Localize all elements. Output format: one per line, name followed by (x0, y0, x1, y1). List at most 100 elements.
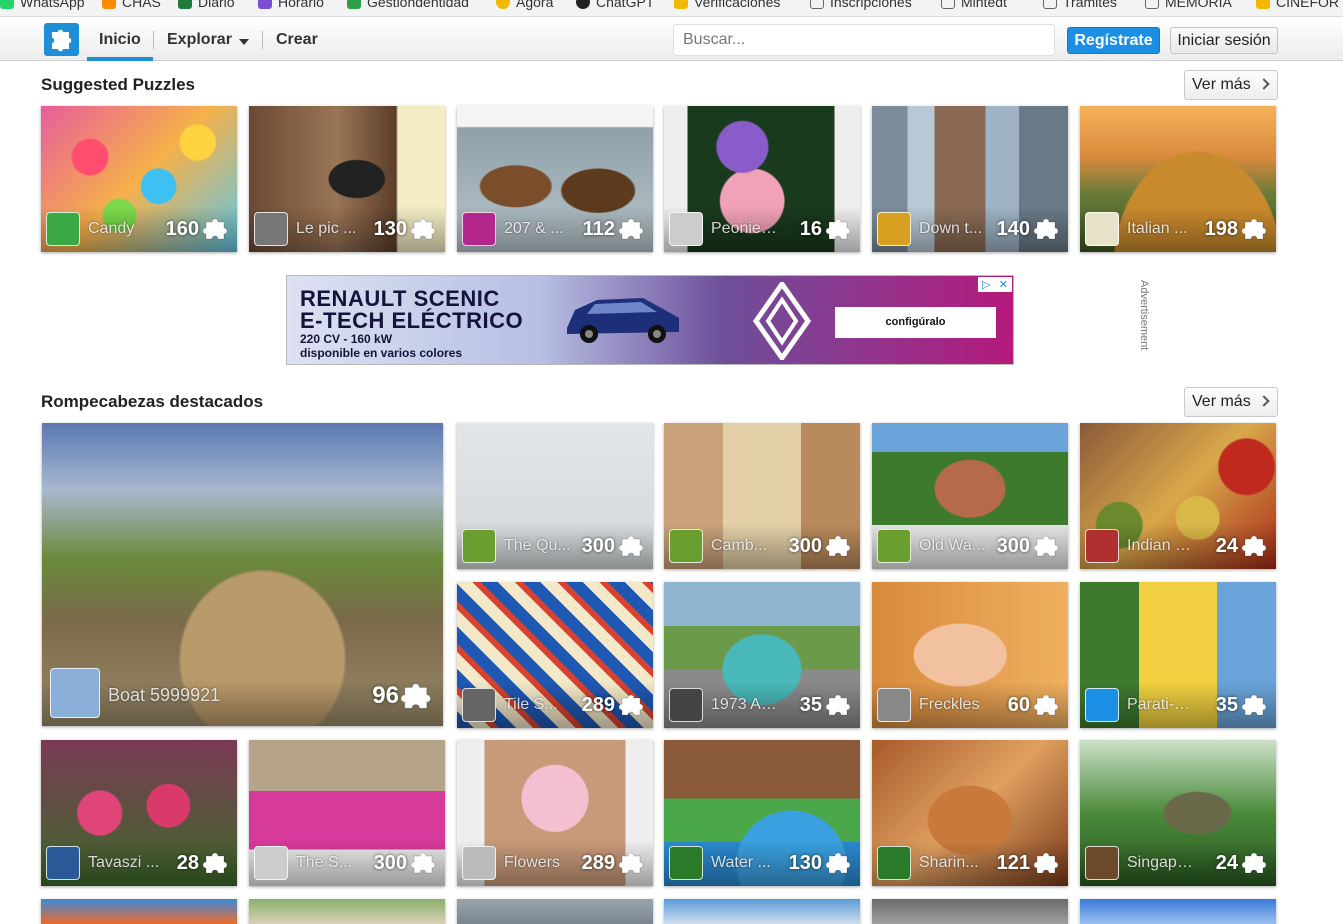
puzzle-card[interactable]: Italian ... 198 (1080, 106, 1276, 252)
puzzle-piece-icon (618, 533, 645, 559)
puzzle-piece-icon (1033, 692, 1060, 718)
puzzle-title: Down t... (919, 220, 983, 237)
bookmark-diario[interactable]: Diario (178, 0, 235, 10)
puzzle-card[interactable]: Indian sp... 24 (1080, 423, 1276, 569)
avatar[interactable] (50, 668, 100, 718)
puzzle-card[interactable]: Candy 160 (41, 106, 237, 252)
avatar[interactable] (669, 846, 703, 880)
avatar[interactable] (462, 529, 496, 563)
piece-count: 300 (373, 852, 407, 874)
chatgpt-icon (576, 0, 590, 9)
avatar[interactable] (877, 529, 911, 563)
search-input[interactable] (673, 24, 1055, 56)
piece-count: 300 (581, 535, 615, 557)
bookmark-chas[interactable]: CHAS (102, 0, 161, 10)
bookmark-whatsapp[interactable]: WhatsApp (0, 0, 85, 10)
avatar[interactable] (1085, 212, 1119, 246)
nav-crear[interactable]: Crear (276, 31, 318, 49)
avatar[interactable] (46, 846, 80, 880)
avatar[interactable] (877, 846, 911, 880)
avatar[interactable] (462, 846, 496, 880)
site-nav: Inicio Explorar Crear Regístrate Iniciar… (0, 17, 1343, 61)
puzzle-piece-icon (825, 692, 852, 718)
bookmark-cinefor[interactable]: CINEFOR (1256, 0, 1339, 10)
avatar[interactable] (254, 846, 288, 880)
bookmark-horario[interactable]: Horario (258, 0, 324, 10)
bookmark-chatgpt[interactable]: ChatGPT (576, 0, 654, 10)
puzzle-card[interactable]: The Qu... 300 (457, 423, 653, 569)
avatar[interactable] (46, 212, 80, 246)
puzzle-card[interactable]: The S... 300 (249, 740, 445, 886)
puzzle-card[interactable]: Water ... 130 (664, 740, 860, 886)
avatar[interactable] (669, 688, 703, 722)
suggested-ver-mas-button[interactable]: Ver más (1184, 70, 1278, 100)
avatar[interactable] (462, 212, 496, 246)
ad-details: 220 CV - 160 kW disponible en varios colo… (300, 332, 463, 360)
puzzle-card[interactable]: Singapor... 24 (1080, 740, 1276, 886)
puzzle-card[interactable] (1080, 899, 1276, 924)
puzzle-card[interactable] (457, 899, 653, 924)
avatar[interactable] (669, 212, 703, 246)
register-button[interactable]: Regístrate (1067, 27, 1160, 54)
featured-ver-mas-button[interactable]: Ver más (1184, 387, 1278, 417)
puzzle-card[interactable]: Freckles 60 (872, 582, 1068, 728)
bookmark-tramites[interactable]: Tramites (1043, 0, 1117, 10)
adchoices-icon[interactable]: ▷ ✕ (978, 277, 1012, 292)
puzzle-card[interactable]: Boat 5999921 96 (42, 423, 443, 726)
avatar[interactable] (1085, 529, 1119, 563)
avatar[interactable] (877, 688, 911, 722)
puzzle-card[interactable] (249, 899, 445, 924)
piece-count: 35 (799, 694, 822, 716)
puzzle-card[interactable]: Tile S... 289 (457, 582, 653, 728)
folder-icon (1145, 0, 1159, 9)
piece-count: 300 (996, 535, 1030, 557)
avatar[interactable] (254, 212, 288, 246)
puzzle-title: 1973 Au... (711, 696, 783, 713)
ad-cta-button[interactable]: configúralo (835, 307, 996, 338)
puzzle-card[interactable]: Old Wa... 300 (872, 423, 1068, 569)
puzzle-card[interactable]: Flowers 289 (457, 740, 653, 886)
ad-headline: RENAULT SCENIC E-TECH ELÉCTRICO (300, 286, 524, 333)
avatar[interactable] (877, 212, 911, 246)
puzzle-card[interactable]: Le pic ... 130 (249, 106, 445, 252)
avatar[interactable] (1085, 846, 1119, 880)
login-button[interactable]: Iniciar sesión (1170, 27, 1278, 54)
bookmark-inscripciones[interactable]: Inscripciones (810, 0, 912, 10)
bookmark-gestion[interactable]: Gestiondentidad (347, 0, 469, 10)
avatar[interactable] (462, 688, 496, 722)
puzzle-title: Flowers (504, 854, 561, 871)
puzzle-card[interactable]: 207 & ... 112 (457, 106, 653, 252)
puzzle-title: Indian sp... (1127, 537, 1199, 554)
puzzle-piece-icon (410, 216, 437, 242)
excel-icon (178, 0, 192, 9)
puzzle-card[interactable]: Sharin... 121 (872, 740, 1068, 886)
puzzle-card[interactable]: Peonies ... 16 (664, 106, 860, 252)
bookmark-verificaciones[interactable]: Verificaciones (674, 0, 780, 10)
puzzle-piece-icon (825, 850, 852, 876)
puzzle-title: Boat 5999921 (108, 685, 221, 705)
piece-count: 289 (581, 694, 615, 716)
caret-down-icon[interactable] (239, 39, 249, 45)
puzzle-card[interactable] (872, 899, 1068, 924)
puzzle-card[interactable]: 1973 Au... 35 (664, 582, 860, 728)
puzzle-logo-icon[interactable] (44, 23, 79, 56)
nav-inicio[interactable]: Inicio (99, 31, 141, 49)
nav-explorar[interactable]: Explorar (167, 31, 232, 49)
bookmark-agora[interactable]: Agora (496, 0, 553, 10)
puzzle-card[interactable]: Tavaszi ... 28 (41, 740, 237, 886)
avatar[interactable] (1085, 688, 1119, 722)
puzzle-card[interactable]: Parati-Ri... 35 (1080, 582, 1276, 728)
folder-icon (810, 0, 824, 9)
puzzle-card[interactable]: Camb... 300 (664, 423, 860, 569)
bookmark-mintedt[interactable]: Mintedt (941, 0, 1007, 10)
car-icon (567, 298, 679, 343)
close-icon[interactable]: ✕ (999, 278, 1008, 291)
puzzle-card[interactable] (41, 899, 237, 924)
piece-count: 121 (996, 852, 1030, 874)
avatar[interactable] (669, 529, 703, 563)
puzzle-card[interactable]: Down t... 140 (872, 106, 1068, 252)
bookmark-memoria[interactable]: MEMORIA (1145, 0, 1232, 10)
puzzle-card[interactable] (664, 899, 860, 924)
advertisement-banner[interactable]: RENAULT SCENIC E-TECH ELÉCTRICO 220 CV - … (286, 275, 1014, 365)
suggested-title: Suggested Puzzles (41, 75, 195, 94)
